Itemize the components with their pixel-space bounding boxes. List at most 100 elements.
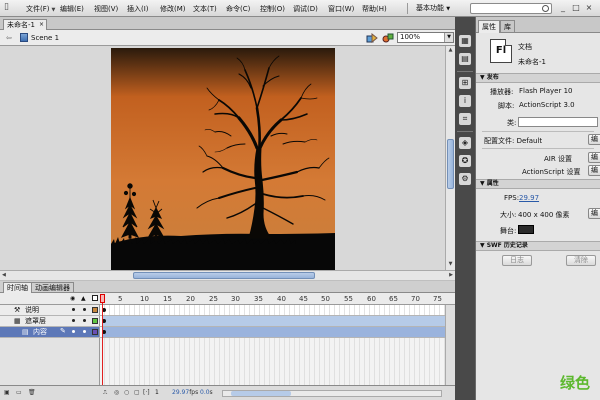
layer-row-shuoming[interactable]: ⚒ 说明 (0, 305, 455, 316)
search-input[interactable] (470, 3, 552, 14)
layer-name-cell[interactable]: ▦ 遮罩层 (0, 316, 100, 326)
tab-library[interactable]: 库 (500, 20, 515, 33)
info-icon[interactable]: i (459, 95, 471, 107)
visibility-dot[interactable] (72, 330, 75, 333)
edit-as-button[interactable]: 编辑 (588, 165, 600, 176)
stage-canvas[interactable] (111, 48, 335, 270)
back-arrow-icon[interactable]: ⇦ (6, 34, 12, 42)
components-icon[interactable]: ◈ (459, 137, 471, 149)
scroll-right-icon[interactable]: ▶ (449, 272, 453, 278)
delete-layer-icon[interactable]: 🗑 (28, 389, 36, 396)
color-panel-icon[interactable]: ▦ (459, 35, 471, 47)
onion-markers-icon[interactable]: [·] (143, 389, 150, 396)
document-tab[interactable]: 未命名-1 × (3, 19, 47, 30)
lock-icon[interactable]: ▲ (81, 295, 86, 302)
edit-config-button[interactable]: 编辑 (588, 134, 600, 145)
lock-dot[interactable] (83, 319, 86, 322)
minimize-icon[interactable]: _ (558, 3, 568, 13)
edit-symbols-icon[interactable] (382, 33, 394, 43)
stage-vertical-scrollbar[interactable]: ▲ ▼ (445, 46, 455, 270)
scroll-thumb[interactable] (231, 391, 291, 396)
frame-track[interactable] (100, 305, 445, 315)
motion-presets-icon[interactable]: ✪ (459, 155, 471, 167)
center-frame-icon[interactable]: ⎍ (103, 389, 107, 397)
transform-icon[interactable]: ⌗ (459, 113, 471, 125)
menu-control[interactable]: 控制(O) (260, 4, 285, 14)
edit-scene-icon[interactable] (366, 33, 378, 43)
size-label: 大小: (500, 211, 517, 219)
scroll-thumb[interactable] (447, 139, 454, 189)
menu-debug[interactable]: 调试(D) (293, 4, 318, 14)
lock-dot[interactable] (83, 330, 86, 333)
layer-name-cell[interactable]: ▤ 内容 ✎ (0, 327, 100, 337)
visibility-dot[interactable] (72, 319, 75, 322)
outline-icon[interactable] (92, 295, 98, 301)
close-tab-icon[interactable]: × (39, 20, 44, 30)
frame-number: 30 (231, 295, 240, 303)
menu-file[interactable]: 文件(F) ▼ (26, 4, 55, 14)
onion-outline-icon[interactable]: ○ (124, 389, 129, 396)
menu-commands[interactable]: 命令(C) (226, 4, 250, 14)
frame-span[interactable] (102, 316, 445, 326)
frame-span[interactable] (102, 327, 445, 337)
stage-color-swatch[interactable] (518, 225, 534, 234)
visibility-dot[interactable] (72, 308, 75, 311)
scroll-thumb[interactable] (133, 272, 315, 279)
menu-insert[interactable]: 插入(I) (127, 4, 149, 14)
scroll-down-icon[interactable]: ▼ (447, 261, 454, 269)
layer-row-zhezhao[interactable]: ▦ 遮罩层 (0, 316, 455, 327)
timeline-vertical-scrollbar[interactable] (445, 305, 455, 385)
layer-name-cell[interactable]: ⚒ 说明 (0, 305, 100, 315)
frame-number: 60 (367, 295, 376, 303)
eye-icon[interactable]: ◉ (70, 295, 75, 302)
section-swf-history[interactable]: ▼ SWF 历史记录 (476, 241, 600, 251)
edit-multiple-icon[interactable]: ▢ (134, 389, 140, 396)
scene-label[interactable]: Scene 1 (31, 34, 59, 42)
playhead[interactable] (102, 294, 103, 391)
frame-number: 10 (140, 295, 149, 303)
section-properties[interactable]: ▼ 属性 (476, 179, 600, 189)
panel-tabs: 属性 库 (476, 17, 600, 33)
edit-size-button[interactable]: 编辑 (588, 208, 600, 219)
scroll-left-icon[interactable]: ◀ (2, 272, 6, 278)
elapsed-time: 0.0s (200, 389, 213, 396)
align-icon[interactable]: ⊞ (459, 77, 471, 89)
layer-color-box[interactable] (92, 307, 98, 313)
close-icon[interactable]: × (584, 3, 594, 13)
lock-dot[interactable] (83, 308, 86, 311)
edit-air-button[interactable]: 编辑 (588, 152, 600, 163)
zoom-select[interactable]: 100% ▼ (397, 32, 454, 43)
menu-text[interactable]: 文本(T) (193, 4, 217, 14)
section-publish[interactable]: ▼ 发布 (476, 73, 600, 83)
stage-area[interactable] (0, 46, 445, 270)
frame-rate[interactable]: 29.97fps (172, 389, 198, 396)
layer-color-box[interactable] (92, 329, 98, 335)
menu-window[interactable]: 窗口(W) (328, 4, 354, 14)
layer-color-box[interactable] (92, 318, 98, 324)
class-input[interactable] (518, 117, 598, 127)
log-button[interactable]: 日志 (502, 255, 532, 266)
tab-motion-editor[interactable]: 动画编辑器 (31, 282, 74, 293)
swatches-icon[interactable]: ▤ (459, 53, 471, 65)
onion-skin-icon[interactable]: ◎ (114, 389, 119, 396)
menu-modify[interactable]: 修改(M) (160, 4, 186, 14)
scroll-up-icon[interactable]: ▲ (447, 47, 454, 55)
fps-value[interactable]: 29.97 (519, 194, 539, 202)
workspace-switcher[interactable]: 基本功能 ▼ (416, 3, 460, 14)
current-frame: 1 (155, 389, 159, 396)
menu-help[interactable]: 帮助(H) (362, 4, 387, 14)
menu-view[interactable]: 视图(V) (94, 4, 118, 14)
timeline-horizontal-scrollbar[interactable] (222, 390, 442, 397)
clear-button[interactable]: 清除 (566, 255, 596, 266)
playhead-handle[interactable] (100, 294, 105, 303)
behaviors-icon[interactable]: ⚙ (459, 173, 471, 185)
new-folder-icon[interactable]: ▭ (16, 389, 22, 396)
layer-row-neirong[interactable]: ▤ 内容 ✎ (0, 327, 455, 338)
frame-number: 65 (389, 295, 398, 303)
new-layer-icon[interactable]: ▣ (4, 389, 10, 396)
menu-edit[interactable]: 编辑(E) (60, 4, 84, 14)
stage-horizontal-scrollbar[interactable]: ◀ ▶ (0, 270, 455, 280)
tab-timeline[interactable]: 时间轴 (3, 282, 32, 293)
tab-properties[interactable]: 属性 (478, 20, 500, 33)
maximize-icon[interactable]: □ (571, 3, 581, 13)
